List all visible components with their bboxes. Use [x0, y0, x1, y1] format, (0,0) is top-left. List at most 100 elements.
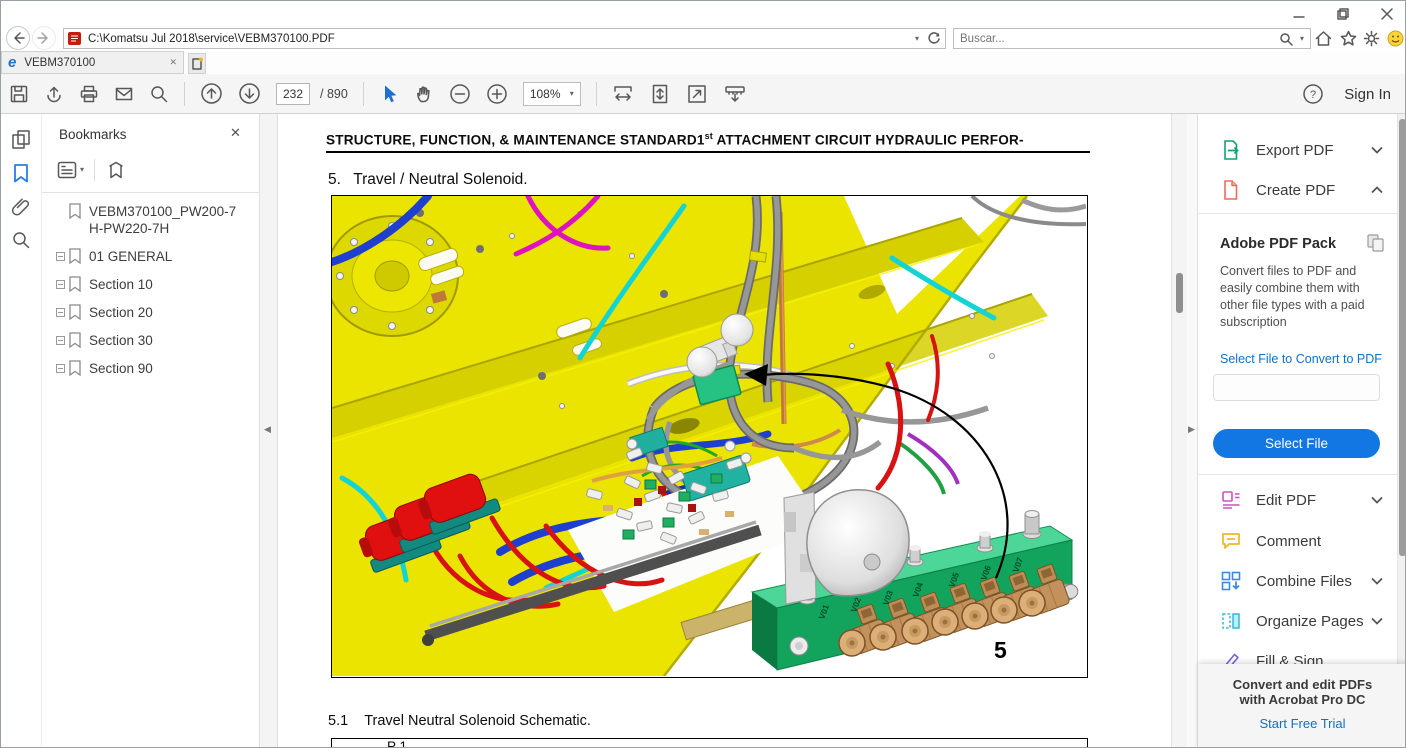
expand-box-icon[interactable] [56, 336, 65, 345]
next-page-icon[interactable] [238, 82, 261, 105]
convert-file-link[interactable]: Select File to Convert to PDF [1220, 352, 1382, 366]
chevron-down-icon[interactable] [1371, 496, 1383, 504]
document-scrollbar-thumb[interactable] [1176, 273, 1183, 313]
print-icon[interactable] [79, 84, 99, 104]
minimize-icon [1293, 8, 1305, 20]
comment-icon [1220, 530, 1242, 552]
find-icon[interactable] [149, 84, 169, 104]
fullscreen-icon[interactable] [686, 83, 708, 105]
fit-page-icon[interactable] [649, 83, 671, 105]
pdf-file-icon [68, 32, 81, 45]
expand-box-icon[interactable] [56, 308, 65, 317]
zoom-level-select[interactable]: 108% ▾ [523, 82, 581, 106]
upload-cloud-icon[interactable] [44, 84, 64, 104]
settings-gear-icon[interactable] [1363, 30, 1380, 47]
chevron-down-icon[interactable] [1371, 617, 1383, 625]
sign-in-button[interactable]: Sign In [1344, 86, 1391, 103]
bookmark-item[interactable]: Section 90 [56, 360, 245, 377]
chevron-down-icon[interactable] [1371, 577, 1383, 585]
document-scrollbar[interactable] [1171, 114, 1187, 748]
help-icon[interactable]: ? [1302, 83, 1324, 105]
expand-box-icon[interactable] [56, 364, 65, 373]
tools-scrollbar[interactable] [1397, 114, 1406, 664]
home-icon[interactable] [1315, 30, 1332, 47]
toolbar-divider [596, 82, 597, 106]
tab-vebm370100[interactable]: e VEBM370100 ✕ [1, 51, 184, 74]
minimize-button[interactable] [1285, 5, 1313, 23]
tool-label[interactable]: Export PDF [1256, 142, 1371, 159]
expand-box-icon[interactable] [56, 280, 65, 289]
tool-label[interactable]: Combine Files [1256, 573, 1371, 590]
tool-create-pdf[interactable]: Create PDF [1220, 177, 1401, 203]
tool-export-pdf[interactable]: Export PDF [1220, 137, 1401, 163]
tool-comment[interactable]: Comment [1220, 528, 1401, 554]
bookmark-item[interactable]: 01 GENERAL [56, 248, 245, 265]
search-box[interactable]: Buscar... ▾ [953, 28, 1311, 49]
section-title: Travel Neutral Solenoid Schematic. [364, 713, 591, 729]
tool-organize-pages[interactable]: Organize Pages [1220, 608, 1401, 634]
address-bar[interactable]: C:\Komatsu Jul 2018\service\VEBM370100.P… [63, 28, 946, 49]
scrolling-mode-icon[interactable] [723, 83, 747, 105]
restore-button[interactable] [1329, 5, 1357, 23]
tools-scrollbar-thumb[interactable] [1399, 119, 1406, 556]
file-select-input[interactable] [1213, 374, 1380, 401]
bookmark-item[interactable]: Section 10 [56, 276, 245, 293]
address-url[interactable]: C:\Komatsu Jul 2018\service\VEBM370100.P… [88, 33, 915, 45]
chevron-up-icon[interactable] [1371, 186, 1383, 194]
chevron-down-icon[interactable] [1371, 146, 1383, 154]
search-icon[interactable] [1279, 32, 1293, 46]
save-icon[interactable] [9, 84, 29, 104]
forward-button[interactable] [32, 26, 56, 50]
tool-label[interactable]: Organize Pages [1256, 613, 1371, 630]
hand-tool-icon[interactable] [414, 84, 434, 104]
zoom-in-icon[interactable] [486, 83, 508, 105]
expand-box-icon[interactable] [56, 252, 65, 261]
tab-title[interactable]: VEBM370100 [24, 57, 169, 69]
favorites-star-icon[interactable] [1340, 30, 1357, 47]
document-page: STRUCTURE, FUNCTION, & MAINTENANCE STAND… [278, 114, 1171, 748]
bookmark-item[interactable]: Section 20 [56, 304, 245, 321]
tool-combine-files[interactable]: Combine Files [1220, 568, 1401, 594]
attachments-icon[interactable] [11, 197, 31, 217]
tool-edit-pdf[interactable]: Edit PDF [1220, 487, 1401, 513]
tools-expand-strip[interactable]: ▶ [1187, 114, 1198, 748]
feedback-smiley-icon[interactable] [1387, 30, 1404, 47]
email-icon[interactable] [114, 84, 134, 104]
select-file-button[interactable]: Select File [1213, 429, 1380, 458]
bookmarks-panel-icon[interactable] [11, 163, 31, 183]
section-number: 5. [328, 171, 341, 188]
bookmarks-options-button[interactable]: ▾ [57, 161, 84, 179]
tool-label[interactable]: Comment [1256, 533, 1401, 550]
expand-panel-icon[interactable]: ▶ [1188, 424, 1195, 435]
zoom-out-icon[interactable] [449, 83, 471, 105]
collapse-panel-icon[interactable]: ◀ [264, 424, 271, 435]
tool-label[interactable]: Edit PDF [1256, 492, 1371, 509]
new-bookmark-icon[interactable] [105, 160, 127, 180]
bookmark-item[interactable]: VEBM370100_PW200-7H-PW220-7H [56, 203, 245, 237]
bookmark-ribbon-icon [68, 360, 82, 376]
tab-close-icon[interactable]: ✕ [169, 57, 177, 68]
search-dropdown-caret[interactable]: ▾ [1300, 35, 1304, 43]
panel-collapse-strip[interactable]: ◀ [259, 114, 278, 748]
page-thumbnails-icon[interactable] [11, 129, 31, 149]
toolbar-divider [184, 82, 185, 106]
previous-page-icon[interactable] [200, 82, 223, 105]
address-dropdown-caret[interactable]: ▾ [915, 35, 919, 43]
page-number-input[interactable] [276, 83, 310, 105]
refresh-icon[interactable] [927, 32, 941, 46]
edit-pdf-icon [1220, 489, 1242, 511]
section-title: Travel / Neutral Solenoid. [353, 171, 527, 188]
bookmarks-close-icon[interactable]: ✕ [230, 125, 241, 141]
forward-icon [37, 31, 51, 45]
search-panel-icon[interactable] [11, 230, 31, 250]
close-button[interactable] [1373, 5, 1401, 23]
start-free-trial-link[interactable]: Start Free Trial [1198, 716, 1406, 731]
toolbar-divider [363, 82, 364, 106]
bookmark-item[interactable]: Section 30 [56, 332, 245, 349]
toolbar-right-group: ? Sign In [1281, 74, 1406, 114]
new-tab-button[interactable] [188, 53, 206, 74]
fit-width-icon[interactable] [612, 83, 634, 105]
back-button[interactable] [6, 26, 30, 50]
tool-label[interactable]: Create PDF [1256, 182, 1371, 199]
select-cursor-icon[interactable] [379, 84, 399, 104]
